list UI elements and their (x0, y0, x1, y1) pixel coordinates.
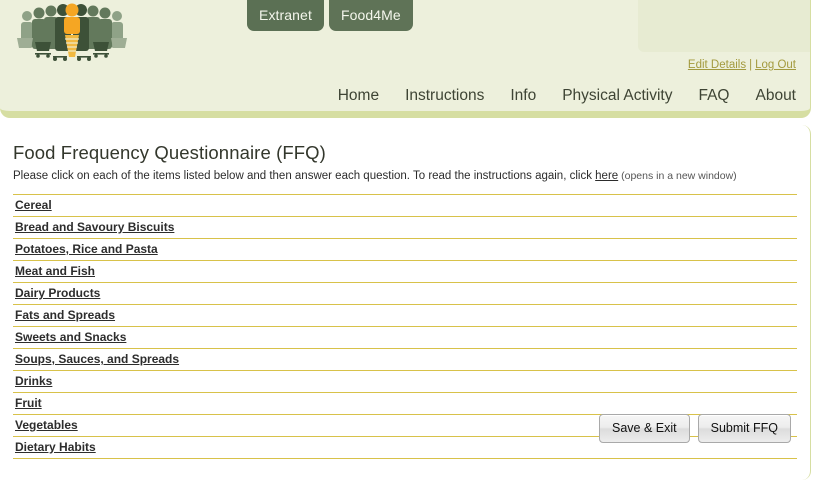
list-item: Sweets and Snacks (13, 327, 797, 349)
list-item: Dairy Products (13, 283, 797, 305)
site-header: Extranet Food4Me Edit Details | Log Out Ho… (0, 0, 811, 118)
instructions-here-link[interactable]: here (595, 170, 618, 182)
list-item: Soups, Sauces, and Spreads (13, 349, 797, 371)
log-out-link[interactable]: Log Out (755, 59, 796, 71)
ffq-link-soups-sauces-and-spreads[interactable]: Soups, Sauces, and Spreads (15, 351, 179, 367)
crowd-shopping-logo (13, 2, 131, 66)
tab-extranet[interactable]: Extranet (247, 0, 324, 31)
nav-home[interactable]: Home (338, 87, 379, 105)
list-item: Meat and Fish (13, 261, 797, 283)
list-item: Cereal (13, 195, 797, 217)
tab-food4me[interactable]: Food4Me (328, 0, 413, 31)
account-links: Edit Details | Log Out (688, 59, 796, 71)
nav-info[interactable]: Info (510, 87, 536, 105)
page-title: Food Frequency Questionnaire (FFQ) (13, 142, 326, 163)
ffq-link-fats-and-spreads[interactable]: Fats and Spreads (15, 307, 115, 323)
form-actions: Save & Exit Submit FFQ (599, 414, 791, 443)
list-item: Fruit (13, 393, 797, 415)
ffq-link-vegetables[interactable]: Vegetables (15, 417, 78, 433)
list-item: Fats and Spreads (13, 305, 797, 327)
ffq-link-meat-and-fish[interactable]: Meat and Fish (15, 263, 95, 279)
intro-note: (opens in a new window) (618, 170, 737, 182)
list-item: Potatoes, Rice and Pasta (13, 239, 797, 261)
submit-ffq-button[interactable]: Submit FFQ (697, 414, 791, 443)
nav-physical-activity[interactable]: Physical Activity (562, 87, 672, 105)
account-links-separator: | (749, 59, 753, 71)
intro-text-part1: Please click on each of the items listed… (13, 170, 596, 182)
edit-details-link[interactable]: Edit Details (688, 59, 746, 71)
list-item: Drinks (13, 371, 797, 393)
list-item: Bread and Savoury Biscuits (13, 217, 797, 239)
main-navigation: Home Instructions Info Physical Activity… (338, 87, 796, 105)
nav-faq[interactable]: FAQ (698, 87, 729, 105)
nav-instructions[interactable]: Instructions (405, 87, 484, 105)
ffq-link-fruit[interactable]: Fruit (15, 395, 42, 411)
ffq-link-drinks[interactable]: Drinks (15, 373, 52, 389)
top-tabs: Extranet Food4Me (247, 0, 413, 31)
ffq-link-dietary-habits[interactable]: Dietary Habits (15, 439, 96, 455)
ffq-link-potatoes-rice-and-pasta[interactable]: Potatoes, Rice and Pasta (15, 241, 158, 257)
nav-about[interactable]: About (755, 87, 796, 105)
content-card: Food Frequency Questionnaire (FFQ) Pleas… (0, 125, 811, 480)
ffq-link-dairy-products[interactable]: Dairy Products (15, 285, 100, 301)
header-right-panel (638, 0, 810, 52)
ffq-link-bread-and-savoury-biscuits[interactable]: Bread and Savoury Biscuits (15, 219, 174, 235)
page-root: Extranet Food4Me Edit Details | Log Out Ho… (0, 0, 819, 500)
intro-text: Please click on each of the items listed… (13, 169, 797, 184)
ffq-link-cereal[interactable]: Cereal (15, 197, 52, 213)
ffq-link-sweets-and-snacks[interactable]: Sweets and Snacks (15, 329, 126, 345)
save-and-exit-button[interactable]: Save & Exit (599, 414, 690, 443)
